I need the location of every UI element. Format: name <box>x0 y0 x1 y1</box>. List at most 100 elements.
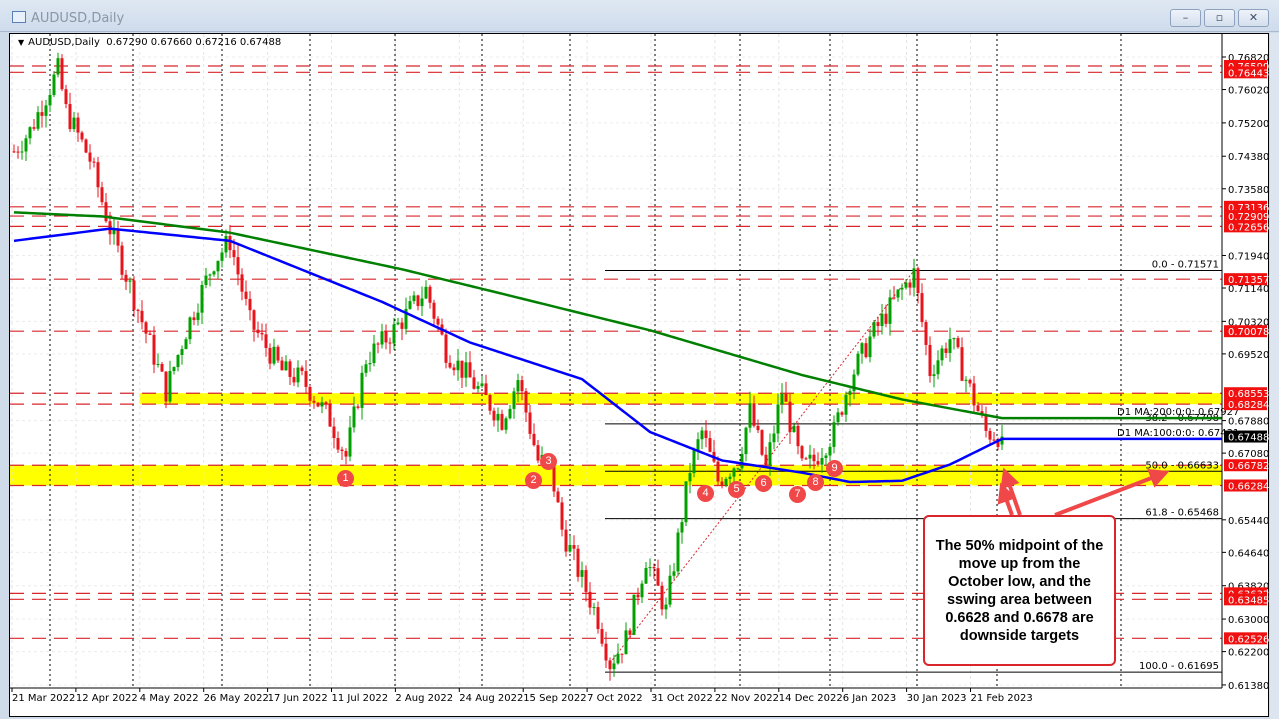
fibonacci-level-label: 0.0 - 0.71571 <box>1152 259 1219 270</box>
level-price-label: 0.66284 <box>1228 481 1269 492</box>
candle-body <box>821 458 824 465</box>
candle-body <box>429 287 432 303</box>
candle-body <box>305 371 308 387</box>
candle-body <box>689 473 692 481</box>
candle-body <box>397 323 400 325</box>
candle-body <box>805 458 808 459</box>
candle-body <box>709 438 712 452</box>
candle-body <box>577 549 580 577</box>
candle-body <box>517 380 520 391</box>
candle-body <box>433 303 436 319</box>
price-tick-label: 0.62200 <box>1228 648 1269 659</box>
candle-body <box>281 361 284 371</box>
candle-body <box>737 468 740 469</box>
candle-body <box>669 576 672 605</box>
price-tick-label: 0.73580 <box>1228 185 1269 196</box>
support-resistance-band <box>10 465 1222 485</box>
candle-body <box>521 380 524 391</box>
candle-body <box>941 348 944 360</box>
candle-body <box>841 412 844 414</box>
candle-body <box>913 268 916 287</box>
candle-body <box>117 229 120 246</box>
candle-body <box>589 592 592 608</box>
candle-body <box>337 438 340 450</box>
candle-body <box>985 415 988 431</box>
candle-body <box>353 406 356 427</box>
candle-body <box>761 430 764 455</box>
swing-marker: 6 <box>755 475 772 492</box>
candle-body <box>37 112 40 129</box>
candle-body <box>165 372 168 402</box>
candle-body <box>457 361 460 370</box>
candle-body <box>945 348 948 352</box>
symbol-label: AUDUSD,Daily <box>28 37 100 48</box>
candle-body <box>817 461 820 464</box>
dropdown-triangle-icon[interactable]: ▼ <box>18 38 24 47</box>
candle-body <box>929 345 932 376</box>
price-tick-label: 0.65440 <box>1228 516 1269 527</box>
price-tick-label: 0.69520 <box>1228 350 1269 361</box>
candle-body <box>345 451 348 457</box>
swing-marker: 9 <box>826 460 843 477</box>
candle-body <box>685 481 688 522</box>
candle-body <box>865 343 868 357</box>
candle-body <box>237 257 240 274</box>
candle-body <box>797 426 800 446</box>
candle-body <box>73 118 76 129</box>
time-tick-label: 17 Jun 2022 <box>268 693 328 704</box>
candle-body <box>485 383 488 395</box>
ohlc-header: ▼AUDUSD,Daily 0.67290 0.67660 0.67216 0.… <box>18 37 281 48</box>
candle-body <box>313 401 316 403</box>
candle-body <box>513 391 516 408</box>
candle-body <box>381 331 384 344</box>
candle-body <box>53 75 56 95</box>
candle-body <box>377 344 380 345</box>
candle-body <box>409 301 412 309</box>
candle-body <box>525 391 528 412</box>
candle-body <box>317 403 320 407</box>
candle-body <box>653 567 656 568</box>
level-price-label: 0.66782 <box>1228 461 1269 472</box>
candle-body <box>65 89 68 104</box>
level-price-label: 0.71357 <box>1228 275 1269 286</box>
candle-body <box>897 290 900 298</box>
candle-body <box>349 427 352 456</box>
level-price-label: 0.76443 <box>1228 68 1269 79</box>
candle-body <box>169 371 172 401</box>
candle-body <box>161 364 164 372</box>
swing-marker: 1 <box>337 470 354 487</box>
candle-body <box>341 450 344 451</box>
level-price-label: 0.62526 <box>1228 634 1269 645</box>
candle-body <box>449 363 452 368</box>
candle-body <box>277 347 280 361</box>
candle-body <box>209 274 212 275</box>
candle-body <box>205 276 208 285</box>
time-tick-label: 12 Apr 2022 <box>76 693 138 704</box>
candle-body <box>721 482 724 486</box>
candle-body <box>249 299 252 310</box>
candle-body <box>605 644 608 661</box>
level-price-label: 0.63485 <box>1228 595 1269 606</box>
candle-body <box>461 361 464 378</box>
candle-body <box>705 430 708 438</box>
candle-body <box>141 311 144 322</box>
time-tick-label: 7 Oct 2022 <box>587 693 642 704</box>
candle-body <box>493 411 496 421</box>
swing-marker: 2 <box>525 472 542 489</box>
price-tick-label: 0.75200 <box>1228 119 1269 130</box>
candle-body <box>333 427 336 438</box>
candle-body <box>857 354 860 375</box>
candle-body <box>801 446 804 458</box>
candle-body <box>221 252 224 260</box>
candle-body <box>365 364 368 373</box>
candle-body <box>257 330 260 333</box>
time-tick-label: 31 Oct 2022 <box>651 693 713 704</box>
candle-body <box>833 422 836 447</box>
candle-body <box>741 454 744 468</box>
candle-body <box>557 491 560 502</box>
candle-body <box>49 95 52 105</box>
candle-body <box>261 333 264 334</box>
candle-body <box>245 292 248 299</box>
candle-body <box>657 568 660 585</box>
candle-body <box>585 570 588 592</box>
